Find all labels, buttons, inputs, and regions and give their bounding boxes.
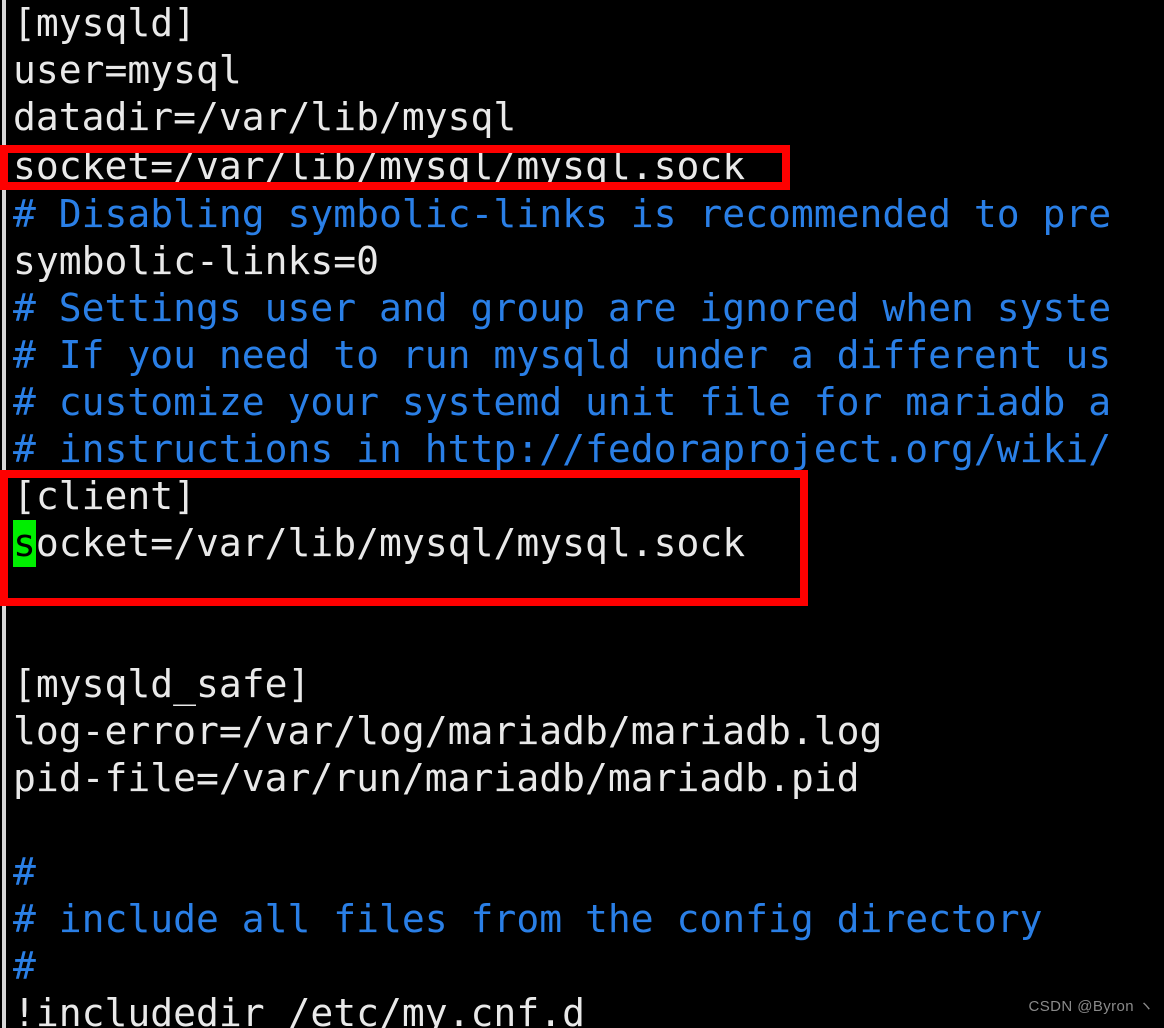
editor-line[interactable]: # [13, 943, 36, 990]
editor-line[interactable]: log-error=/var/log/mariadb/mariadb.log [13, 708, 882, 755]
watermark: CSDN @Byron ヽ [1028, 998, 1154, 1015]
editor-line[interactable]: user=mysql [13, 47, 242, 94]
editor-line[interactable]: [mysqld_safe] [13, 661, 310, 708]
editor-line[interactable]: symbolic-links=0 [13, 238, 379, 285]
editor-line-with-cursor[interactable]: socket=/var/lib/mysql/mysql.sock [13, 520, 745, 567]
terminal-window[interactable]: [mysqld] user=mysql datadir=/var/lib/mys… [0, 0, 1164, 1028]
editor-line[interactable]: datadir=/var/lib/mysql [13, 94, 516, 141]
editor-text-area[interactable]: [mysqld] user=mysql datadir=/var/lib/mys… [0, 0, 1164, 1028]
editor-line[interactable]: # Settings user and group are ignored wh… [13, 285, 1111, 332]
editor-line[interactable]: # instructions in http://fedoraproject.o… [13, 426, 1111, 473]
editor-line[interactable]: # customize your systemd unit file for m… [13, 379, 1111, 426]
editor-line[interactable]: # If you need to run mysqld under a diff… [13, 332, 1111, 379]
editor-line[interactable]: # Disabling symbolic-links is recommende… [13, 191, 1111, 238]
editor-line[interactable]: !includedir /etc/my.cnf.d [13, 990, 585, 1028]
editor-line[interactable]: socket=/var/lib/mysql/mysql.sock [13, 143, 745, 190]
line-text-after-cursor: ocket=/var/lib/mysql/mysql.sock [35, 521, 746, 565]
editor-line[interactable]: # include all files from the config dire… [13, 896, 1043, 943]
text-cursor[interactable]: s [13, 520, 36, 567]
editor-line[interactable]: pid-file=/var/run/mariadb/mariadb.pid [13, 755, 859, 802]
editor-line[interactable]: # [13, 849, 36, 896]
editor-line[interactable]: [client] [13, 473, 196, 520]
editor-line[interactable]: [mysqld] [13, 0, 196, 47]
